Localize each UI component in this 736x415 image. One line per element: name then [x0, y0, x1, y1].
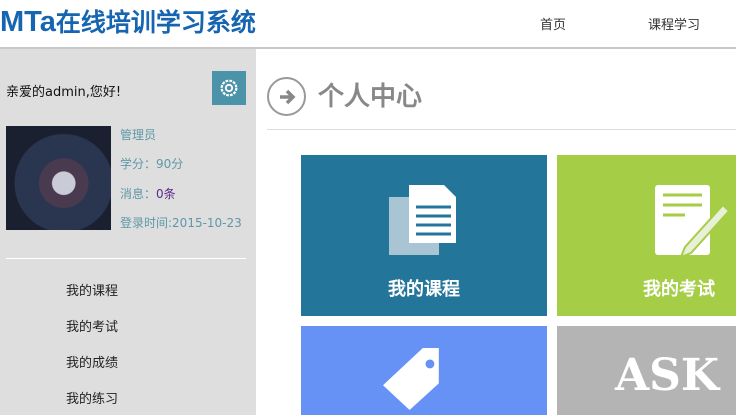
sidebar: 亲爱的admin,您好! 管理员 学分：90分 消息：0条 登录时间:2015-… — [0, 49, 256, 415]
greeting: 亲爱的admin,您好! — [6, 85, 122, 100]
page-title: 个人中心 — [318, 82, 423, 112]
tile-my-courses[interactable]: 我的课程 — [301, 155, 547, 316]
logo[interactable]: MTa在线培训学习系统 — [0, 3, 256, 39]
messages-link[interactable]: 0条 — [156, 187, 176, 201]
arrow-right-icon — [267, 77, 306, 116]
menu-my-scores[interactable]: 我的成绩 — [66, 352, 118, 371]
nav-course-study[interactable]: 课程学习 — [648, 14, 700, 33]
credits: 学分：90分 — [120, 157, 184, 171]
role: 管理员 — [120, 128, 157, 142]
nav-home[interactable]: 首页 — [540, 14, 566, 33]
document-icon — [389, 185, 456, 255]
login-time: 登录时间:2015-10-23 — [120, 216, 242, 230]
tile-my-exams[interactable]: 我的考试 — [557, 155, 736, 316]
avatar — [6, 126, 111, 230]
divider — [6, 258, 246, 259]
header: MTa在线培训学习系统 首页 课程学习 — [0, 0, 736, 49]
gear-icon — [220, 79, 238, 97]
title-divider — [267, 129, 736, 130]
menu-my-courses[interactable]: 我的课程 — [66, 280, 118, 299]
tag-icon — [383, 348, 439, 410]
tile-ask[interactable]: ASK — [557, 326, 736, 415]
tile-tag[interactable] — [301, 326, 547, 415]
messages: 消息：0条 — [120, 187, 176, 201]
ask-logo: ASK — [615, 350, 720, 401]
exam-pencil-icon — [655, 185, 730, 259]
menu-my-practice[interactable]: 我的练习 — [66, 388, 118, 407]
menu-my-exams[interactable]: 我的考试 — [66, 316, 118, 335]
settings-button[interactable] — [212, 71, 246, 105]
